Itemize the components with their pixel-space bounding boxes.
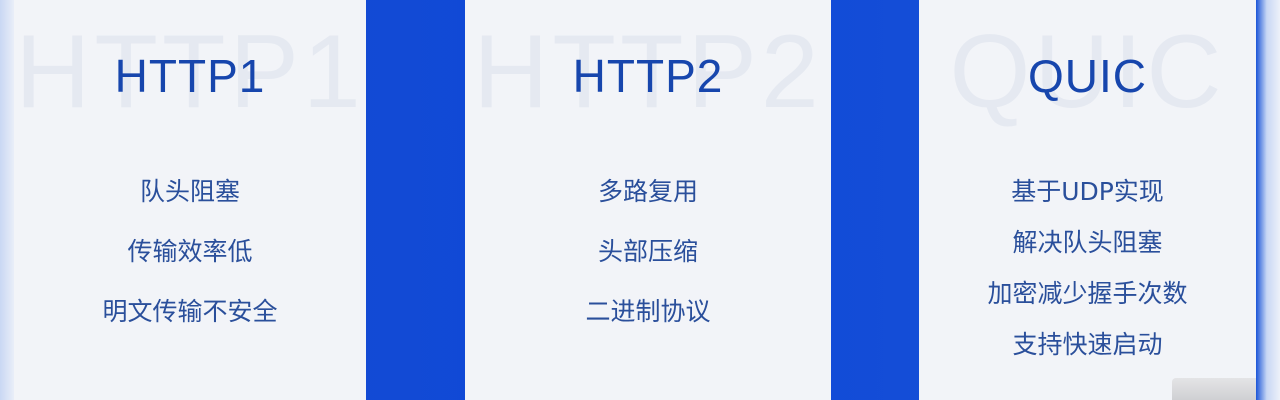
feature-list-http2: 多路复用 头部压缩 二进制协议 <box>465 170 831 350</box>
feature-item: 支持快速启动 <box>1012 330 1163 359</box>
card-title-quic: QUIC <box>1028 50 1147 102</box>
feature-item: 明文传输不安全 <box>102 297 278 326</box>
feature-item: 解决队头阻塞 <box>1012 228 1163 257</box>
card-title-http2: HTTP2 <box>572 50 724 102</box>
feature-item: 队头阻塞 <box>139 177 240 206</box>
feature-list-http1: 队头阻塞 传输效率低 明文传输不安全 <box>14 170 366 350</box>
card-quic: QUIC QUIC 基于UDP实现 解决队头阻塞 加密减少握手次数 支持快速启动 <box>919 0 1256 400</box>
card-http1: HTTP1 HTTP1 队头阻塞 传输效率低 明文传输不安全 <box>14 0 366 400</box>
feature-item: 加密减少握手次数 <box>987 279 1188 308</box>
feature-item: 基于UDP实现 <box>1011 177 1164 206</box>
left-edge-strip <box>0 0 14 400</box>
card-title-http1: HTTP1 <box>114 50 266 102</box>
feature-item: 头部压缩 <box>597 237 698 266</box>
card-http2: HTTP2 HTTP2 多路复用 头部压缩 二进制协议 <box>465 0 831 400</box>
right-edge-strip <box>1256 0 1280 400</box>
feature-item: 二进制协议 <box>585 297 711 326</box>
feature-list-quic: 基于UDP实现 解决队头阻塞 加密减少握手次数 支持快速启动 <box>919 170 1256 374</box>
feature-item: 多路复用 <box>597 177 698 206</box>
feature-item: 传输效率低 <box>127 237 253 266</box>
corner-thumbnail <box>1172 378 1256 400</box>
